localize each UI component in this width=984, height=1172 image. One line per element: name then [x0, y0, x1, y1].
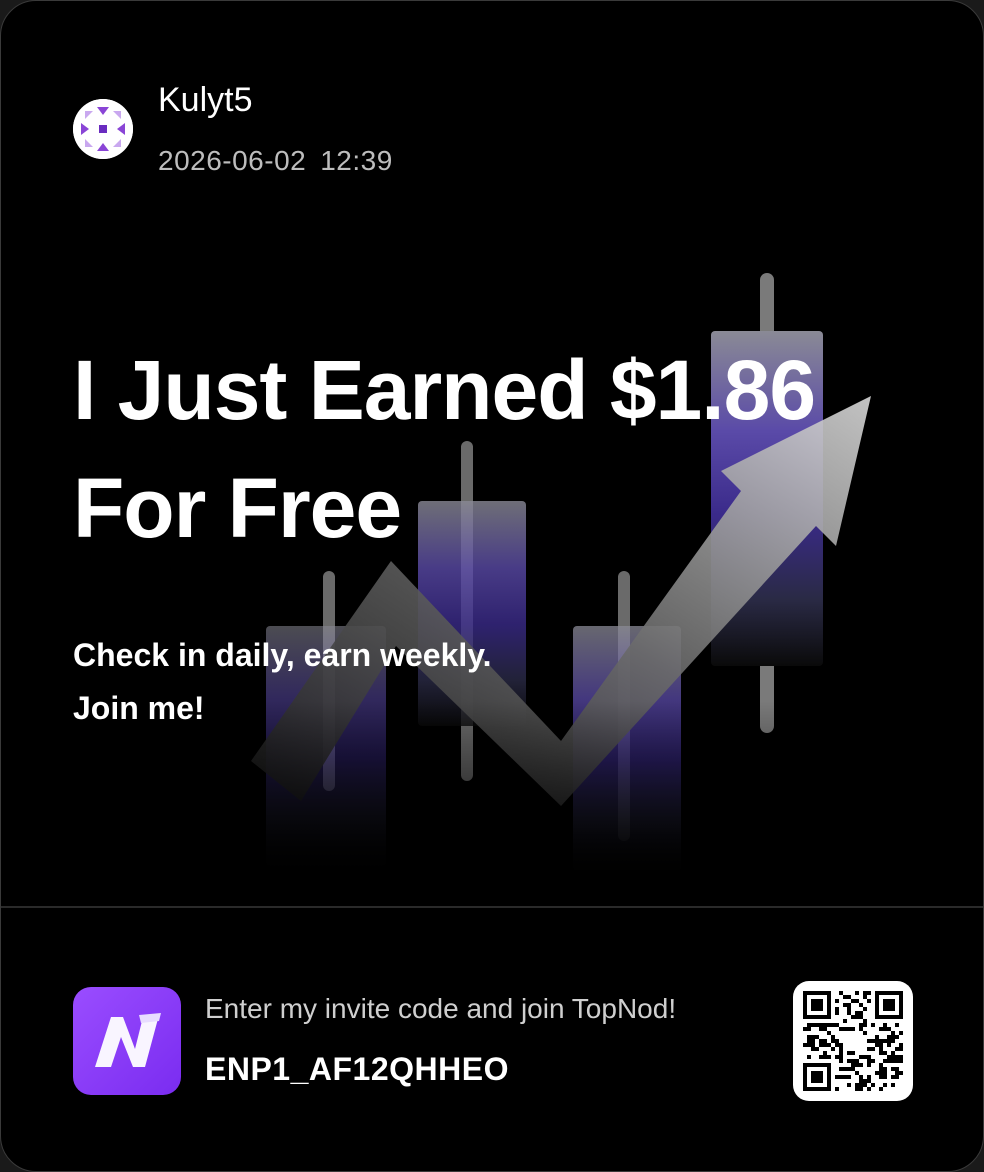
subtext-line-1: Check in daily, earn weekly. — [73, 637, 492, 673]
headline-line-1: I Just Earned $1.86 — [73, 343, 816, 437]
topnod-logo-icon[interactable] — [73, 987, 181, 1095]
post-datetime: 2026-06-02 12:39 — [158, 145, 407, 177]
invite-code[interactable]: ENP1_AF12QHHEO — [205, 1051, 509, 1088]
username: Kulyt5 — [158, 81, 253, 119]
post-date: 2026-06-02 — [158, 145, 307, 176]
headline-line-2: For Free — [73, 461, 402, 555]
user-avatar — [73, 99, 133, 159]
qr-code-icon[interactable] — [793, 981, 913, 1101]
subtext-line-2: Join me! — [73, 690, 205, 726]
post-time: 12:39 — [320, 145, 393, 176]
headline: I Just Earned $1.86 For Free — [73, 331, 816, 567]
divider — [1, 906, 983, 908]
invite-label: Enter my invite code and join TopNod! — [205, 993, 677, 1024]
share-card: Kulyt5 2026-06-02 12:39 I Just Earned $1… — [0, 0, 984, 1172]
subtext: Check in daily, earn weekly. Join me! — [73, 629, 492, 735]
